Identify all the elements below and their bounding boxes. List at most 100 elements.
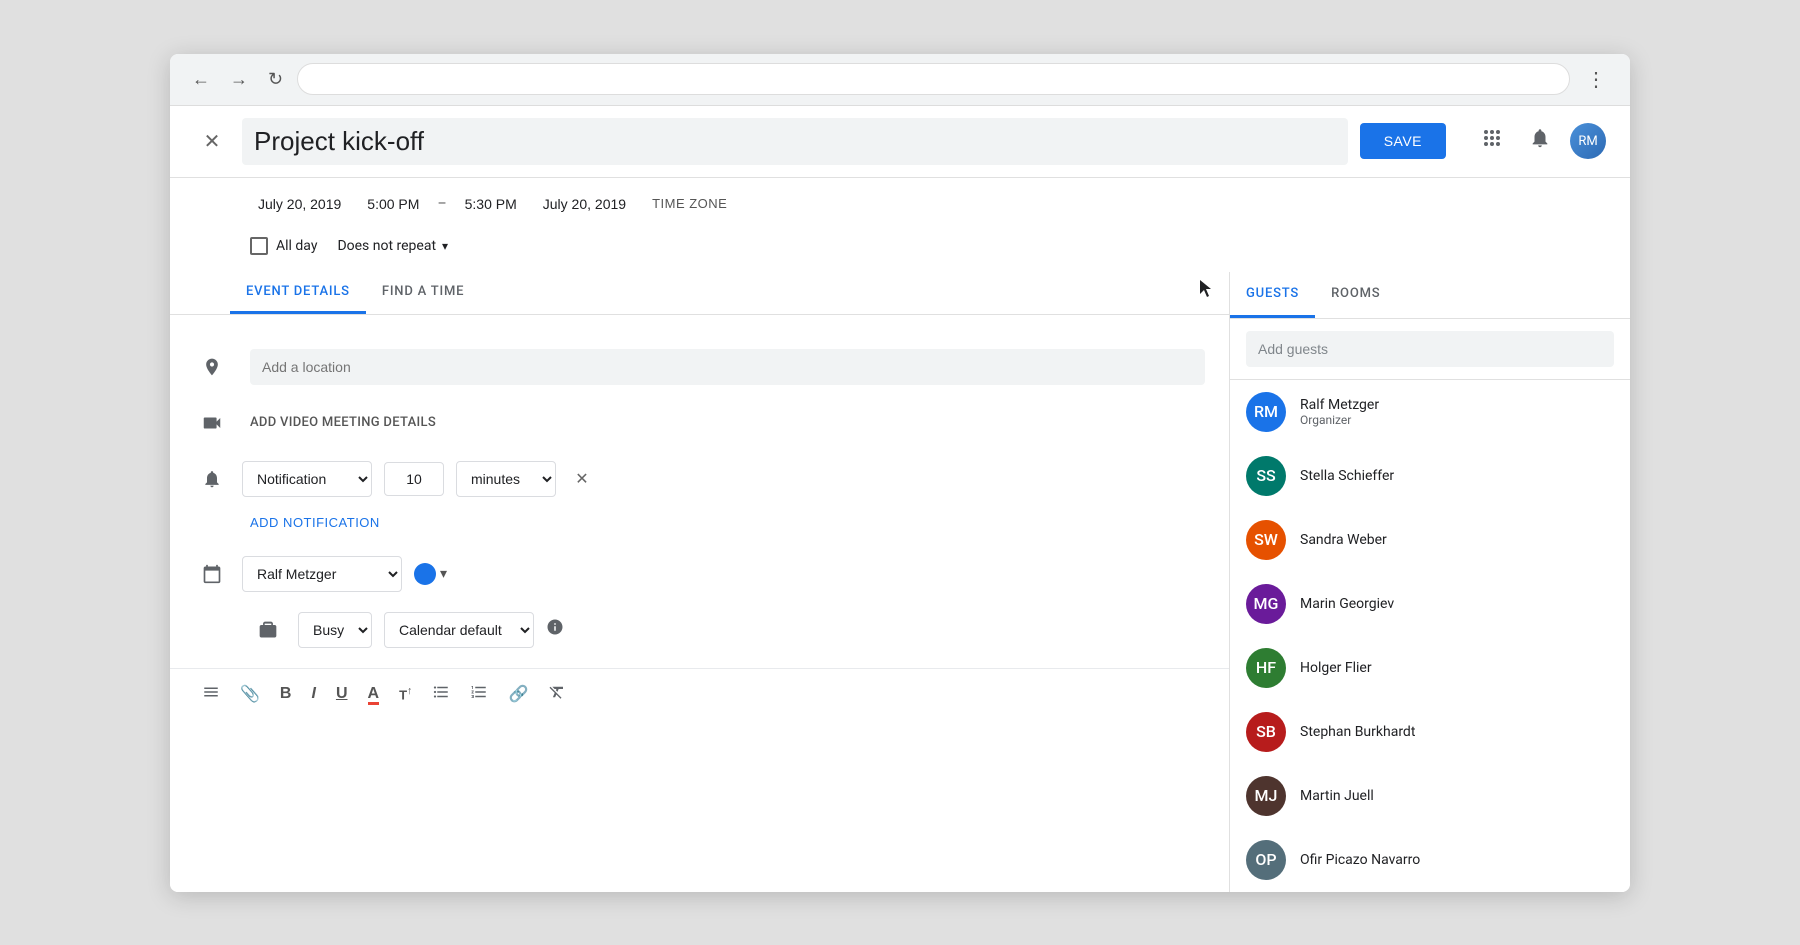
bell-icon-detail	[194, 461, 230, 497]
guest-item: SBStephan Burkhardt	[1230, 700, 1630, 764]
numbered-list-button[interactable]	[462, 677, 496, 712]
calendar-owner-select[interactable]: Ralf Metzger	[242, 556, 402, 592]
location-icon	[194, 349, 230, 385]
browser-menu-button[interactable]: ⋮	[1578, 63, 1614, 96]
save-button[interactable]: SAVE	[1360, 123, 1446, 159]
guest-avatar: RM	[1246, 392, 1286, 432]
add-notification-button[interactable]: ADD NOTIFICATION	[170, 507, 404, 538]
guest-item: MJMartin Juell	[1230, 764, 1630, 828]
guest-item: SS Stella Schieffer	[1230, 444, 1630, 508]
forward-button[interactable]: →	[224, 65, 254, 94]
guest-info: Ralf MetzgerOrganizer	[1300, 397, 1614, 427]
guest-info: Stella Schieffer	[1300, 468, 1614, 484]
allday-checkbox[interactable]	[250, 237, 268, 255]
tab-rooms[interactable]: ROOMS	[1315, 272, 1396, 318]
back-button[interactable]: ←	[186, 65, 216, 94]
allday-checkbox-wrapper[interactable]: All day	[250, 237, 317, 255]
busy-status-select[interactable]: Busy	[298, 612, 372, 648]
notifications-icon-button[interactable]	[1522, 123, 1558, 159]
notification-close-icon: ✕	[575, 469, 588, 489]
guest-avatar: SS	[1246, 456, 1286, 496]
guests-list: RM Ralf MetzgerOrganizer SS Stella Schieffe…	[1230, 380, 1630, 892]
description-icon-button[interactable]	[194, 677, 228, 712]
calendar-icon	[194, 556, 230, 592]
add-video-meeting-button[interactable]: ADD VIDEO MEETING DETAILS	[250, 415, 436, 430]
guest-name: Marin Georgiev	[1300, 596, 1614, 612]
bold-button[interactable]: B	[272, 679, 300, 709]
start-date-button[interactable]: July 20, 2019	[250, 192, 349, 216]
guest-name: Holger Flier	[1300, 660, 1614, 676]
url-bar[interactable]	[297, 63, 1570, 95]
guest-name: Ofir Picazo Navarro	[1300, 852, 1614, 868]
repeat-label: Does not repeat	[337, 238, 436, 254]
notification-remove-button[interactable]: ✕	[568, 465, 596, 493]
guest-avatar: HF	[1246, 648, 1286, 688]
briefcase-icon	[250, 612, 286, 648]
guests-search-area	[1230, 319, 1630, 380]
repeat-dropdown[interactable]: Does not repeat ▾	[329, 234, 456, 258]
add-notification-row: ADD NOTIFICATION	[170, 507, 1229, 538]
notification-type-select[interactable]: Notification	[242, 461, 372, 497]
guest-name: Ralf Metzger	[1300, 397, 1614, 413]
end-time-button[interactable]: 5:30 PM	[457, 192, 525, 216]
guest-name: Martin Juell	[1300, 788, 1614, 804]
end-date-button[interactable]: July 20, 2019	[535, 192, 634, 216]
guest-name: Stephan Burkhardt	[1300, 724, 1614, 740]
timezone-button[interactable]: TIME ZONE	[644, 192, 735, 215]
location-row	[170, 339, 1229, 395]
guest-item: HF Holger Flier	[1230, 636, 1630, 700]
italic-button[interactable]: I	[303, 679, 323, 709]
options-row: All day Does not repeat ▾	[170, 230, 1630, 272]
text-color-button[interactable]: A	[360, 679, 388, 709]
visibility-select[interactable]: Calendar default	[384, 612, 534, 648]
event-details-panel: ADD VIDEO MEETING DETAILS Notification	[170, 319, 1230, 892]
event-title-input[interactable]	[242, 118, 1348, 165]
user-avatar[interactable]: RM	[1570, 123, 1606, 159]
datetime-row: July 20, 2019 5:00 PM – 5:30 PM July 20,…	[170, 178, 1630, 230]
editor-toolbar: 📎 B I U A T↑	[170, 668, 1229, 720]
guest-item: MGMarin Georgiev	[1230, 572, 1630, 636]
add-guests-input[interactable]	[1246, 331, 1614, 367]
link-button[interactable]: 🔗	[500, 678, 536, 710]
guest-avatar: SW	[1246, 520, 1286, 560]
info-icon-button[interactable]	[546, 618, 564, 641]
text-size-button[interactable]: T↑	[391, 679, 420, 708]
close-icon: ✕	[204, 129, 221, 154]
guest-item: OP Ofir Picazo Navarro	[1230, 828, 1630, 892]
header-icons: RM	[1474, 123, 1606, 159]
color-picker-wrapper[interactable]: ▾	[414, 563, 449, 585]
guest-info: Sandra Weber	[1300, 532, 1614, 548]
attach-icon-button[interactable]: 📎	[232, 678, 268, 710]
reload-button[interactable]: ↻	[262, 65, 289, 94]
repeat-chevron-icon: ▾	[442, 239, 448, 253]
guest-role: Organizer	[1300, 413, 1614, 427]
apps-icon	[1482, 128, 1502, 154]
guest-item: RM Ralf MetzgerOrganizer	[1230, 380, 1630, 444]
bullet-list-button[interactable]	[424, 677, 458, 712]
clear-formatting-button[interactable]	[540, 677, 574, 712]
tab-find-a-time[interactable]: FIND A TIME	[366, 272, 480, 314]
guest-item: SW Sandra Weber	[1230, 508, 1630, 572]
location-input[interactable]	[250, 349, 1205, 385]
color-dropdown-button[interactable]: ▾	[438, 565, 449, 582]
content-area: ADD VIDEO MEETING DETAILS Notification	[170, 319, 1630, 892]
guest-avatar: OP	[1246, 840, 1286, 880]
apps-icon-button[interactable]	[1474, 123, 1510, 159]
notification-value-input[interactable]	[384, 462, 444, 496]
allday-label: All day	[276, 238, 317, 254]
calendar-color-circle[interactable]	[414, 563, 436, 585]
underline-button[interactable]: U	[328, 679, 356, 709]
time-separator: –	[437, 196, 446, 212]
video-meeting-row: ADD VIDEO MEETING DETAILS	[170, 395, 1229, 451]
close-button[interactable]: ✕	[194, 123, 230, 159]
bell-icon	[1529, 127, 1551, 155]
app-header: ✕ SAVE	[170, 106, 1630, 178]
guest-name: Stella Schieffer	[1300, 468, 1614, 484]
calendar-row: Ralf Metzger ▾	[170, 546, 1229, 602]
tab-event-details[interactable]: EVENT DETAILS	[230, 272, 366, 314]
start-time-button[interactable]: 5:00 PM	[359, 192, 427, 216]
browser-window: ← → ↻ ⋮ ✕ SAVE	[170, 54, 1630, 892]
notification-unit-select[interactable]: minutes	[456, 461, 556, 497]
guest-name: Sandra Weber	[1300, 532, 1614, 548]
tab-guests[interactable]: GUESTS	[1230, 272, 1315, 318]
